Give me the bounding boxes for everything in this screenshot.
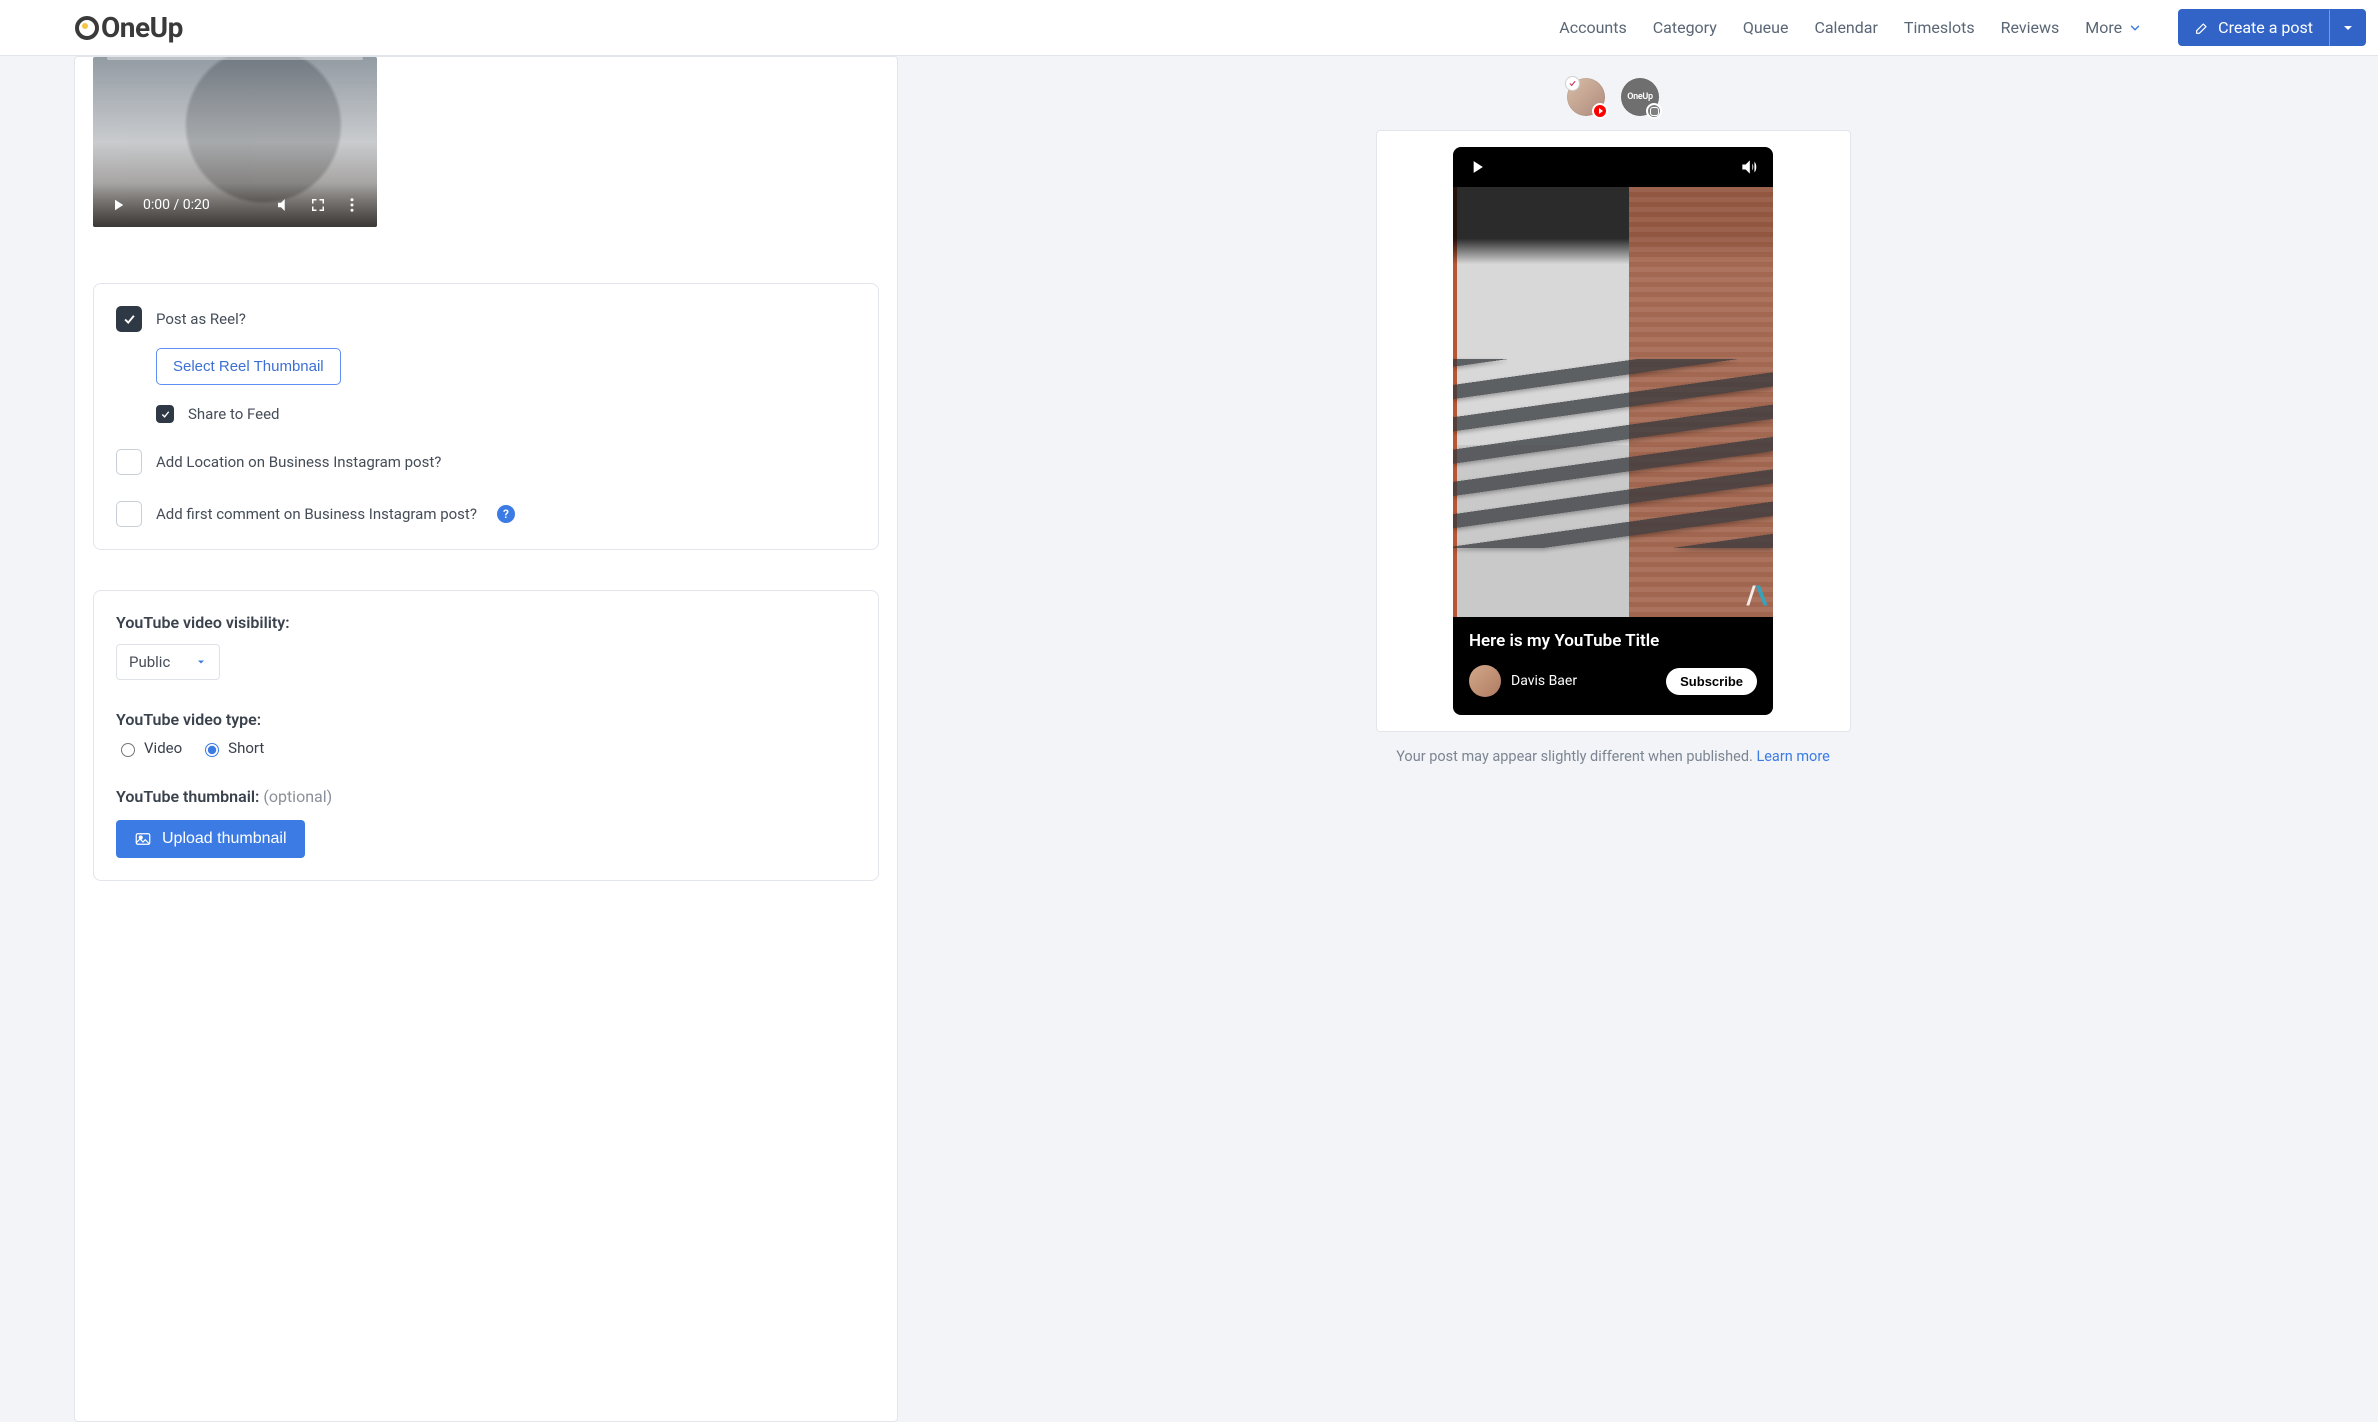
nav-reviews[interactable]: Reviews [2001, 18, 2060, 37]
topbar: OneUp Accounts Category Queue Calendar T… [0, 0, 2378, 56]
add-location-checkbox[interactable] [116, 449, 142, 475]
visibility-title: YouTube video visibility: [116, 613, 856, 632]
add-location-label: Add Location on Business Instagram post? [156, 453, 441, 471]
thumbnail-title: YouTube thumbnail: (optional) [116, 787, 856, 806]
post-as-reel-row: Post as Reel? [116, 306, 856, 332]
volume-icon[interactable] [1739, 157, 1759, 177]
nav-more[interactable]: More [2085, 18, 2142, 37]
youtube-options-card: YouTube video visibility: Public YouTube… [93, 590, 879, 881]
type-short-option[interactable]: Short [200, 739, 264, 757]
play-icon[interactable] [1467, 157, 1487, 177]
type-video-radio[interactable] [121, 743, 135, 757]
chevron-down-icon [2128, 21, 2142, 35]
player-time: 0:00 / 0:20 [143, 197, 210, 213]
caret-down-icon [195, 656, 207, 668]
type-video-label: Video [144, 739, 182, 757]
preview-panel: OneUp /\ Here is my YouTube Title Davis … [922, 56, 2378, 1422]
video-type-radios: Video Short [116, 739, 856, 757]
main-nav: Accounts Category Queue Calendar Timeslo… [1559, 9, 2366, 46]
upload-thumbnail-label: Upload thumbnail [162, 830, 287, 848]
nav-category[interactable]: Category [1653, 18, 1717, 37]
page-body: 0:00 / 0:20 Post as Reel? Select Reel Th… [0, 56, 2378, 1422]
disclaimer-text: Your post may appear slightly different … [1396, 748, 1756, 765]
brand-logo: OneUp [75, 11, 183, 44]
logo-o-icon [75, 16, 99, 40]
nav-timeslots[interactable]: Timeslots [1904, 18, 1975, 37]
nav-calendar[interactable]: Calendar [1814, 18, 1877, 37]
progress-bar[interactable] [107, 57, 363, 60]
subscribe-button[interactable]: Subscribe [1666, 668, 1757, 695]
brand-text: OneUp [101, 11, 183, 44]
add-location-row: Add Location on Business Instagram post? [116, 449, 856, 475]
create-post-button[interactable]: Create a post [2178, 9, 2329, 46]
add-first-comment-label: Add first comment on Business Instagram … [156, 505, 477, 523]
video-player[interactable]: 0:00 / 0:20 [93, 57, 377, 227]
check-icon [122, 312, 137, 327]
compose-icon [2194, 20, 2210, 36]
youtube-badge-icon [1592, 103, 1608, 119]
watermark-icon: /\ [1747, 581, 1767, 611]
preview-card: /\ Here is my YouTube Title Davis Baer S… [1376, 130, 1851, 732]
share-to-feed-label: Share to Feed [188, 405, 280, 423]
add-first-comment-checkbox[interactable] [116, 501, 142, 527]
type-video-option[interactable]: Video [116, 739, 182, 757]
phone-video-frame: /\ [1453, 187, 1773, 617]
create-post-button-group: Create a post [2178, 9, 2366, 46]
post-as-reel-label: Post as Reel? [156, 310, 246, 328]
learn-more-link[interactable]: Learn more [1756, 748, 1829, 765]
instagram-badge-icon [1646, 103, 1662, 119]
nav-queue[interactable]: Queue [1743, 18, 1789, 37]
image-icon [134, 830, 152, 848]
phone-preview: /\ Here is my YouTube Title Davis Baer S… [1453, 147, 1773, 715]
caret-down-icon [2340, 20, 2356, 36]
accounts-strip: OneUp [922, 56, 2304, 130]
instagram-options-card: Post as Reel? Select Reel Thumbnail Shar… [93, 283, 879, 550]
preview-video-title: Here is my YouTube Title [1469, 631, 1757, 651]
account-oneup-label: OneUp [1627, 92, 1653, 102]
phone-meta: Here is my YouTube Title Davis Baer Subs… [1453, 617, 1773, 715]
account-youtube[interactable] [1567, 78, 1605, 116]
volume-icon[interactable] [275, 196, 293, 214]
author-avatar [1469, 665, 1501, 697]
account-selected-icon [1565, 76, 1580, 91]
create-post-label: Create a post [2218, 18, 2313, 37]
upload-thumbnail-button[interactable]: Upload thumbnail [116, 820, 305, 858]
thumbnail-label: YouTube thumbnail: [116, 787, 259, 806]
phone-top-bar [1453, 147, 1773, 187]
player-controls: 0:00 / 0:20 [93, 183, 377, 227]
nav-accounts[interactable]: Accounts [1559, 18, 1626, 37]
type-short-radio[interactable] [205, 743, 219, 757]
visibility-value: Public [129, 653, 170, 671]
post-as-reel-checkbox[interactable] [116, 306, 142, 332]
help-icon[interactable]: ? [497, 505, 515, 523]
author-name: Davis Baer [1511, 673, 1577, 689]
thumbnail-optional: (optional) [259, 787, 332, 806]
create-post-dropdown[interactable] [2329, 10, 2366, 46]
play-icon[interactable] [109, 196, 127, 214]
compose-panel: 0:00 / 0:20 Post as Reel? Select Reel Th… [74, 56, 898, 1422]
check-icon [160, 409, 171, 420]
nav-more-label: More [2085, 18, 2122, 37]
fullscreen-icon[interactable] [309, 196, 327, 214]
share-to-feed-checkbox[interactable] [156, 405, 174, 423]
preview-disclaimer: Your post may appear slightly different … [922, 748, 2304, 765]
kebab-icon[interactable] [343, 196, 361, 214]
account-instagram[interactable]: OneUp [1621, 78, 1659, 116]
visibility-select[interactable]: Public [116, 644, 220, 680]
select-reel-thumbnail-button[interactable]: Select Reel Thumbnail [156, 348, 341, 385]
type-short-label: Short [228, 739, 264, 757]
add-first-comment-row: Add first comment on Business Instagram … [116, 501, 856, 527]
type-title: YouTube video type: [116, 710, 856, 729]
author-row: Davis Baer Subscribe [1469, 665, 1757, 697]
